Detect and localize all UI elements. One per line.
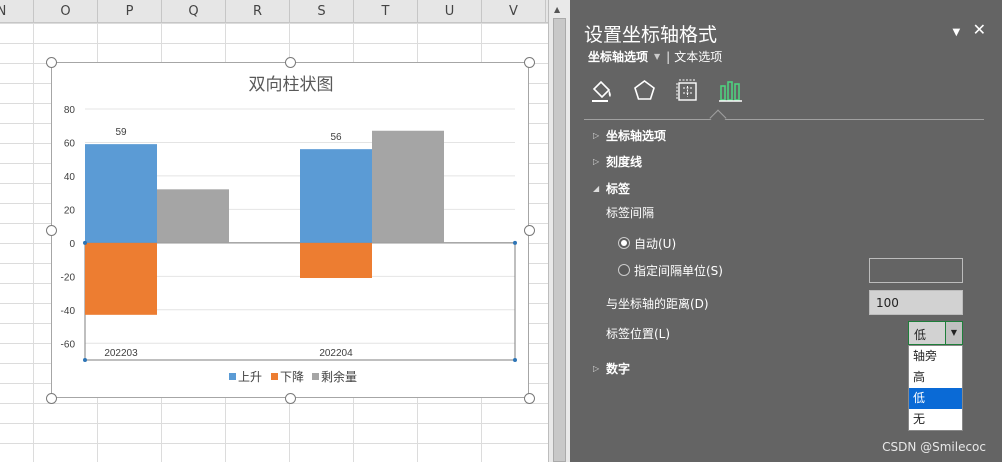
- column-header[interactable]: U: [418, 0, 482, 23]
- bar-上升-202204[interactable]: [300, 149, 372, 243]
- option-none[interactable]: 无: [909, 409, 962, 430]
- chart-object[interactable]: 双向柱状图 80 60 40 20 0 -20 -40 -60 202203 202204 59 56…: [51, 62, 529, 398]
- resize-handle[interactable]: [46, 57, 57, 68]
- resize-handle[interactable]: [524, 393, 535, 404]
- section-tick-marks[interactable]: 刻度线: [606, 153, 642, 170]
- resize-handle[interactable]: [46, 393, 57, 404]
- chart-title[interactable]: 双向柱状图: [249, 75, 334, 94]
- spreadsheet-area[interactable]: N O P Q R S T U V 双向柱状图 80 60 40 20 0 -20 -40 -…: [0, 0, 548, 462]
- section-axis-options[interactable]: 坐标轴选项: [606, 127, 666, 144]
- column-header[interactable]: N: [0, 0, 34, 23]
- data-label[interactable]: 59: [115, 127, 127, 138]
- y-tick-label[interactable]: 40: [64, 172, 76, 183]
- label-position-options: 轴旁 高 低 无: [908, 345, 963, 431]
- resize-handle[interactable]: [285, 393, 296, 404]
- option-low[interactable]: 低: [909, 388, 962, 409]
- data-label[interactable]: 56: [330, 132, 342, 143]
- pane-options-chevron-icon[interactable]: ▼: [952, 27, 960, 38]
- column-header[interactable]: O: [34, 0, 98, 23]
- legend-item[interactable]: 上升: [238, 370, 262, 384]
- collapse-arrow-icon[interactable]: ◢: [593, 184, 599, 193]
- size-properties-icon[interactable]: [674, 77, 701, 104]
- vertical-scrollbar[interactable]: ▲: [548, 0, 570, 462]
- expand-arrow-icon[interactable]: ▷: [593, 131, 599, 140]
- radio-auto[interactable]: [618, 237, 630, 249]
- expand-arrow-icon[interactable]: ▷: [593, 157, 599, 166]
- axis-handle[interactable]: [513, 358, 517, 362]
- label-position-value: 低: [914, 328, 927, 342]
- label-interval-heading: 标签间隔: [606, 206, 655, 220]
- column-header[interactable]: V: [482, 0, 546, 23]
- resize-handle[interactable]: [524, 57, 535, 68]
- tab-axis-options[interactable]: 坐标轴选项: [588, 48, 648, 65]
- option-high[interactable]: 高: [909, 367, 962, 388]
- active-tab-pointer: [709, 109, 727, 127]
- label-position-label: 标签位置(L): [606, 327, 671, 341]
- column-header[interactable]: R: [226, 0, 290, 23]
- y-tick-label[interactable]: 60: [64, 138, 76, 149]
- bar-上升-202203[interactable]: [85, 144, 157, 243]
- radio-specify-interval-label[interactable]: 指定间隔单位(S): [634, 262, 723, 279]
- axis-options-icon[interactable]: [717, 77, 744, 104]
- radio-specify-interval[interactable]: [618, 264, 630, 276]
- x-tick-label[interactable]: 202204: [319, 348, 353, 359]
- tab-dropdown-icon[interactable]: ▼: [654, 52, 660, 61]
- legend-swatch[interactable]: [312, 373, 319, 380]
- y-tick-label[interactable]: 80: [64, 105, 76, 116]
- pane-title: 设置坐标轴格式: [584, 24, 718, 46]
- column-header[interactable]: S: [290, 0, 354, 23]
- legend-swatch[interactable]: [271, 373, 278, 380]
- effects-icon[interactable]: [631, 77, 658, 104]
- bar-剩余量-202203[interactable]: [157, 189, 229, 243]
- tab-text-options[interactable]: 文本选项: [674, 48, 722, 65]
- interval-unit-input[interactable]: [869, 258, 963, 283]
- distance-input[interactable]: 100: [869, 290, 963, 315]
- resize-handle[interactable]: [46, 225, 57, 236]
- y-tick-label[interactable]: 0: [69, 239, 75, 250]
- legend-swatch[interactable]: [229, 373, 236, 380]
- expand-arrow-icon[interactable]: ▷: [593, 364, 599, 373]
- format-axis-pane: 设置坐标轴格式 ▼ ✕ 坐标轴选项 ▼ | 文本选项 ▷ 坐标轴选项 ▷ 刻度线…: [570, 0, 1002, 462]
- axis-handle[interactable]: [513, 240, 517, 245]
- column-divider: [33, 23, 34, 462]
- column-header[interactable]: P: [98, 0, 162, 23]
- axis-handle[interactable]: [83, 240, 87, 245]
- dropdown-arrow-icon[interactable]: ▼: [945, 322, 962, 344]
- column-header-row: N O P Q R S T U V: [0, 0, 548, 23]
- column-header[interactable]: T: [354, 0, 418, 23]
- option-next-to-axis[interactable]: 轴旁: [909, 346, 962, 367]
- resize-handle[interactable]: [524, 225, 535, 236]
- y-tick-label[interactable]: -20: [61, 272, 76, 283]
- axis-handle[interactable]: [83, 358, 87, 362]
- bar-下降-202204[interactable]: [300, 242, 372, 279]
- close-icon[interactable]: ✕: [973, 20, 986, 39]
- legend-item[interactable]: 下降: [280, 370, 304, 384]
- bar-下降-202203[interactable]: [85, 242, 157, 315]
- y-tick-label[interactable]: -40: [61, 306, 76, 317]
- y-tick-label[interactable]: -60: [61, 339, 76, 350]
- legend-item[interactable]: 剩余量: [321, 369, 357, 384]
- chart-svg[interactable]: 双向柱状图 80 60 40 20 0 -20 -40 -60 202203 202204 59 56…: [52, 63, 530, 399]
- scrollbar-thumb[interactable]: [553, 18, 566, 462]
- column-header[interactable]: Q: [162, 0, 226, 23]
- section-number[interactable]: 数字: [606, 360, 630, 377]
- scroll-up-icon[interactable]: ▲: [554, 5, 560, 14]
- tab-separator: |: [666, 49, 671, 64]
- section-labels[interactable]: 标签: [606, 180, 630, 197]
- fill-line-icon[interactable]: [588, 77, 615, 104]
- resize-handle[interactable]: [285, 57, 296, 68]
- x-tick-label[interactable]: 202203: [104, 348, 138, 359]
- bar-剩余量-202204[interactable]: [372, 130, 444, 243]
- radio-auto-label[interactable]: 自动(U): [634, 235, 676, 252]
- watermark: CSDN @Smilecoc: [882, 440, 986, 454]
- label-position-select[interactable]: 低 ▼: [908, 321, 963, 345]
- y-tick-label[interactable]: 20: [64, 205, 76, 216]
- distance-from-axis-label: 与坐标轴的距离(D): [606, 297, 709, 311]
- section-divider: [584, 119, 984, 120]
